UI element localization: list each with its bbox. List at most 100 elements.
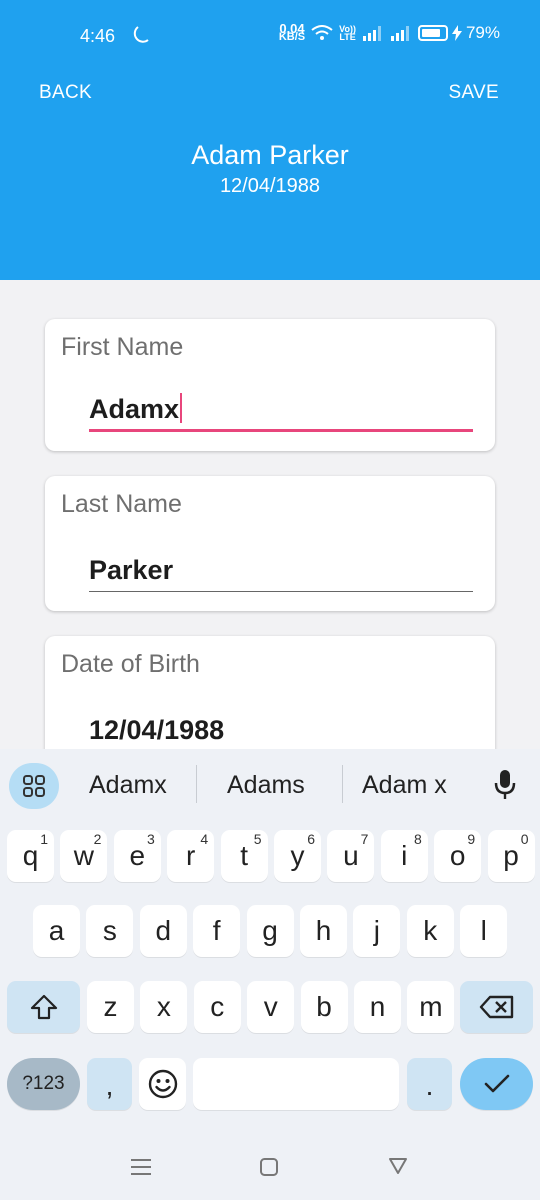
key-a[interactable]: a xyxy=(33,905,80,957)
key-u-number-hint: 7 xyxy=(360,831,369,847)
last-name-card: Last Name Parker xyxy=(45,476,495,611)
key-p[interactable]: p0 xyxy=(487,830,535,882)
key-g[interactable]: g xyxy=(246,905,294,957)
date-of-birth-input[interactable]: 12/04/1988 xyxy=(89,715,224,746)
key-y-number-hint: 6 xyxy=(307,831,315,847)
battery-indicator: 79% xyxy=(417,23,500,43)
key-h[interactable]: h xyxy=(300,905,347,957)
save-button[interactable]: SAVE xyxy=(449,82,499,104)
emoji-key[interactable] xyxy=(139,1058,186,1110)
key-q-label: q xyxy=(22,840,39,871)
status-bar: 4:46 0.04 KB/S Vo)) LTE 79% xyxy=(0,0,540,72)
backspace-icon xyxy=(479,995,513,1019)
system-navigation-bar xyxy=(0,1130,540,1200)
key-b-label: b xyxy=(316,991,332,1022)
key-y[interactable]: y6 xyxy=(274,830,321,882)
key-o[interactable]: o9 xyxy=(434,830,482,882)
key-l-label: l xyxy=(480,915,487,946)
symbols-key[interactable]: ?123 xyxy=(7,1058,80,1110)
first-name-underline xyxy=(89,429,473,432)
key-v-label: v xyxy=(263,991,278,1022)
key-p-number-hint: 0 xyxy=(520,831,529,847)
microphone-icon[interactable] xyxy=(493,769,517,801)
key-s[interactable]: s xyxy=(86,905,134,957)
comma-key[interactable]: , xyxy=(87,1058,132,1110)
key-w[interactable]: w2 xyxy=(60,830,108,882)
grid-icon xyxy=(23,775,45,797)
header-contact-name: Adam Parker xyxy=(191,140,349,170)
status-time: 4:46 xyxy=(80,26,116,46)
suggestion-1[interactable]: Adamx xyxy=(89,771,167,800)
suggestion-3[interactable]: Adam x xyxy=(362,771,447,800)
key-z[interactable]: z xyxy=(87,981,134,1033)
volte-indicator: Vo)) LTE xyxy=(339,25,356,42)
key-x[interactable]: x xyxy=(140,981,188,1033)
key-t-label: t xyxy=(240,840,248,871)
enter-key[interactable] xyxy=(460,1058,533,1110)
emoji-smiley-icon xyxy=(148,1069,177,1099)
first-name-input[interactable]: Adamx xyxy=(89,393,183,425)
key-b[interactable]: b xyxy=(300,981,348,1033)
battery-percent: 79% xyxy=(465,23,500,42)
key-r-label: r xyxy=(186,840,196,871)
key-t-number-hint: 5 xyxy=(253,831,262,847)
key-q[interactable]: q1 xyxy=(7,830,54,882)
key-o-label: o xyxy=(449,840,466,871)
status-icons: 0.04 KB/S Vo)) LTE 79% xyxy=(278,22,500,43)
key-v[interactable]: v xyxy=(247,981,295,1033)
key-r[interactable]: r4 xyxy=(167,830,215,882)
key-z-label: z xyxy=(103,991,118,1022)
back-button[interactable]: BACK xyxy=(39,82,92,104)
first-name-value: Adamx xyxy=(89,394,180,424)
key-j[interactable]: j xyxy=(353,905,401,957)
key-k[interactable]: k xyxy=(406,905,454,957)
key-g-label: g xyxy=(262,915,278,946)
signal-icon-sim1 xyxy=(362,26,381,41)
key-c-label: c xyxy=(210,991,225,1022)
checkmark-icon xyxy=(484,1074,509,1093)
period-key[interactable]: . xyxy=(407,1058,452,1110)
key-k-label: k xyxy=(423,915,438,946)
key-w-number-hint: 2 xyxy=(93,831,102,847)
key-j-label: j xyxy=(373,915,380,946)
backspace-key[interactable] xyxy=(460,981,533,1033)
shift-key[interactable] xyxy=(7,981,80,1033)
key-n-label: n xyxy=(369,991,386,1022)
key-h-label: h xyxy=(315,915,332,946)
key-p-label: p xyxy=(503,840,519,871)
recent-apps-icon[interactable] xyxy=(131,1158,151,1176)
key-f[interactable]: f xyxy=(193,905,241,957)
signal-icon-sim2 xyxy=(390,26,409,41)
text-cursor xyxy=(180,393,183,423)
key-u[interactable]: u7 xyxy=(327,830,375,882)
charging-bolt-icon xyxy=(451,25,462,41)
last-name-label: Last Name xyxy=(61,490,182,518)
key-t[interactable]: t5 xyxy=(220,830,268,882)
keyboard-menu-button[interactable] xyxy=(9,763,59,809)
last-name-underline xyxy=(89,591,473,592)
key-c[interactable]: c xyxy=(193,981,241,1033)
network-speed-unit: KB/S xyxy=(278,31,306,43)
space-key[interactable] xyxy=(193,1058,399,1110)
key-r-number-hint: 4 xyxy=(200,831,209,847)
last-name-input[interactable]: Parker xyxy=(89,555,173,586)
wifi-icon xyxy=(311,25,333,40)
key-q-number-hint: 1 xyxy=(40,831,48,847)
suggestion-divider xyxy=(196,765,197,803)
key-e[interactable]: e3 xyxy=(113,830,161,882)
suggestion-2[interactable]: Adams xyxy=(227,771,305,800)
home-icon[interactable] xyxy=(259,1157,279,1177)
key-n[interactable]: n xyxy=(354,981,401,1033)
key-d[interactable]: d xyxy=(139,905,187,957)
key-l[interactable]: l xyxy=(460,905,508,957)
key-i[interactable]: i8 xyxy=(380,830,428,882)
key-o-number-hint: 9 xyxy=(467,831,476,847)
back-nav-icon[interactable] xyxy=(388,1157,408,1175)
key-y-label: y xyxy=(290,840,305,871)
key-s-label: s xyxy=(102,915,117,946)
suggestion-divider xyxy=(342,765,343,803)
key-a-label: a xyxy=(48,915,65,946)
key-m[interactable]: m xyxy=(407,981,455,1033)
date-of-birth-label: Date of Birth xyxy=(61,650,200,678)
first-name-label: First Name xyxy=(61,333,184,361)
